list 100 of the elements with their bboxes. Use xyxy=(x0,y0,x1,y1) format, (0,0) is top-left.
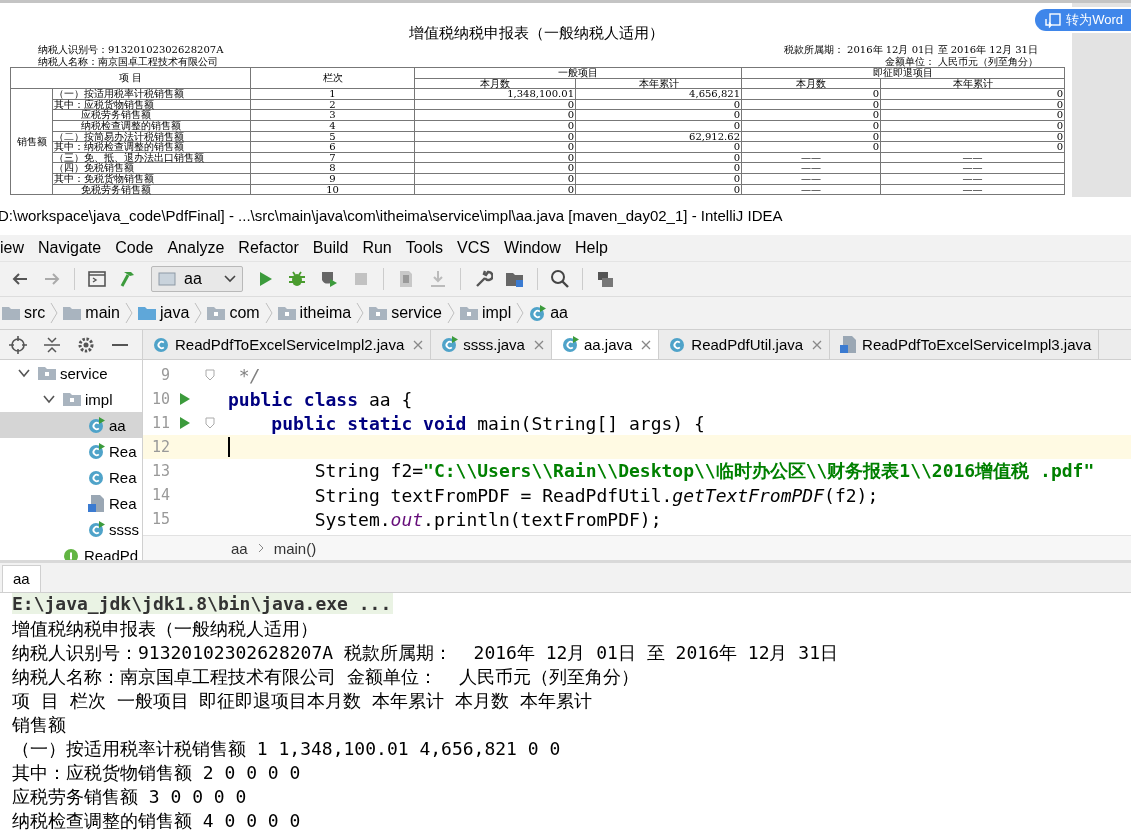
tree-item[interactable]: service xyxy=(0,360,142,386)
code-line: public class aa { xyxy=(228,388,413,410)
table-cell: 0 xyxy=(575,184,742,195)
gear-icon[interactable] xyxy=(77,335,95,354)
shield-play-icon[interactable] xyxy=(319,269,339,289)
table-cell: 0 xyxy=(575,152,742,163)
table-cell: 0 xyxy=(575,120,742,132)
table-cell: 免税劳务销售额 xyxy=(52,184,251,195)
table-cell: 2 xyxy=(250,99,415,110)
breadcrumb-item[interactable]: impl xyxy=(459,304,512,322)
run-gutter-icon[interactable] xyxy=(179,416,191,430)
breadcrumb-item[interactable]: main xyxy=(63,304,120,322)
run-configuration-dropdown[interactable]: aa xyxy=(151,266,243,292)
close-icon[interactable] xyxy=(641,339,652,350)
tree-item[interactable]: Rea xyxy=(0,490,142,516)
document-icon xyxy=(88,494,105,512)
tree-item[interactable]: Rea xyxy=(0,438,142,464)
document-convert-icon xyxy=(1045,12,1062,28)
menu-item[interactable]: Code xyxy=(115,239,154,257)
console-line: 销售额 xyxy=(12,714,66,735)
table-cell: 0 xyxy=(575,109,742,121)
table-cell: 0 xyxy=(880,99,1065,110)
breadcrumb-item[interactable]: src xyxy=(2,304,46,322)
close-icon[interactable] xyxy=(812,339,823,350)
column-header: 本月数 xyxy=(741,78,881,89)
row-group-label: 销售额 xyxy=(10,88,53,195)
run-tab[interactable]: aa xyxy=(2,565,41,592)
table-cell: 5 xyxy=(250,131,415,142)
table-cell: 0 xyxy=(414,99,576,110)
breadcrumb-item[interactable]: com xyxy=(207,304,260,322)
line-number: 15 xyxy=(150,510,170,528)
menu-item[interactable]: iew xyxy=(0,239,24,257)
menu-item[interactable]: Navigate xyxy=(38,239,102,257)
chevron-icon xyxy=(194,302,203,324)
menu-item[interactable]: Tools xyxy=(405,239,444,257)
tree-item[interactable]: ssss xyxy=(0,516,142,542)
crosshair-icon[interactable] xyxy=(9,335,27,354)
close-icon[interactable] xyxy=(413,339,424,350)
table-cell: 其中：纳税检查调整的销售额 xyxy=(52,141,251,153)
table-cell: 0 xyxy=(741,141,881,153)
menu-item[interactable]: Build xyxy=(312,239,349,257)
run-gutter-icon[interactable] xyxy=(179,392,191,406)
column-header: 本月数 xyxy=(414,78,576,89)
menu-item[interactable]: Window xyxy=(504,239,561,257)
fold-icon[interactable] xyxy=(205,417,215,429)
layout-icon[interactable] xyxy=(595,269,615,289)
column-header: 本年累计 xyxy=(575,78,742,89)
tree-item[interactable]: Rea xyxy=(0,464,142,490)
table-cell: 8 xyxy=(250,162,415,174)
menu-item[interactable]: Refactor xyxy=(238,239,299,257)
tree-item[interactable]: aa xyxy=(0,412,142,438)
column-header: 即征即退项目 xyxy=(741,67,1065,79)
menu-item[interactable]: Run xyxy=(362,239,392,257)
package-folder-icon xyxy=(369,306,388,320)
line-number: 13 xyxy=(150,462,170,480)
breadcrumb-item[interactable]: aa xyxy=(231,539,248,557)
table-cell: 0 xyxy=(575,173,742,185)
menu-item[interactable]: Analyze xyxy=(167,239,225,257)
window-icon[interactable] xyxy=(87,269,107,289)
window-icon xyxy=(158,271,176,287)
table-cell: 0 xyxy=(880,88,1065,100)
editor-tab[interactable]: aa.java xyxy=(551,330,660,359)
breadcrumb-item[interactable]: aa xyxy=(529,304,568,322)
menu-item[interactable]: Help xyxy=(574,239,608,257)
table-cell: 0 xyxy=(741,99,881,110)
table-cell: 62,912.62 xyxy=(575,131,742,142)
menu-item[interactable]: VCS xyxy=(457,239,490,257)
table-cell: 0 xyxy=(414,184,576,195)
breadcrumb-item[interactable]: service xyxy=(369,304,442,322)
convert-to-word-button[interactable]: 转为Word xyxy=(1033,7,1131,33)
table-cell: 0 xyxy=(414,173,576,185)
table-cell: 0 xyxy=(741,131,881,142)
console-line: （一）按适用税率计税销售额 1 1,348,100.01 4,656,821 0 0 xyxy=(12,738,561,759)
breadcrumb-item[interactable]: itheima xyxy=(277,304,352,322)
console-command: E:\java_jdk\jdk1.8\bin\java.exe ... xyxy=(12,593,394,614)
close-icon[interactable] xyxy=(533,339,544,350)
console-line: 纳税检查调整的销售额 4 0 0 0 0 xyxy=(12,810,301,831)
collapse-icon[interactable] xyxy=(44,335,60,354)
table-cell: 1 xyxy=(250,88,415,100)
console-line: 纳税人名称：南京国卓工程技术有限公司 金额单位： 人民币元（列至角分） xyxy=(12,666,639,687)
amount-unit: 金额单位： 人民币元（列至角分） xyxy=(883,55,1038,67)
document-icon xyxy=(840,336,858,353)
breadcrumb-item[interactable]: java xyxy=(138,304,190,322)
package-folder-icon xyxy=(459,306,478,320)
tree-item[interactable]: ReadPd xyxy=(0,542,142,560)
search-icon[interactable] xyxy=(550,269,570,289)
column-header: 本年累计 xyxy=(880,78,1065,89)
fold-icon[interactable] xyxy=(205,369,215,381)
table-cell: 其中：应税货物销售额 xyxy=(52,99,251,110)
breadcrumb-item[interactable]: main() xyxy=(273,539,317,557)
line-number: 9 xyxy=(159,366,170,384)
table-cell: —— xyxy=(741,173,881,185)
table-cell: 应税劳务销售额 xyxy=(52,109,251,121)
tree-item[interactable]: impl xyxy=(0,386,142,412)
table-cell: （四）免税销售额 xyxy=(52,162,251,174)
bug-icon[interactable] xyxy=(287,269,307,289)
folder-icon xyxy=(63,306,82,320)
line-number: 14 xyxy=(150,486,170,504)
table-cell: 4,656,821 xyxy=(575,88,742,100)
table-cell: 10 xyxy=(250,184,415,195)
